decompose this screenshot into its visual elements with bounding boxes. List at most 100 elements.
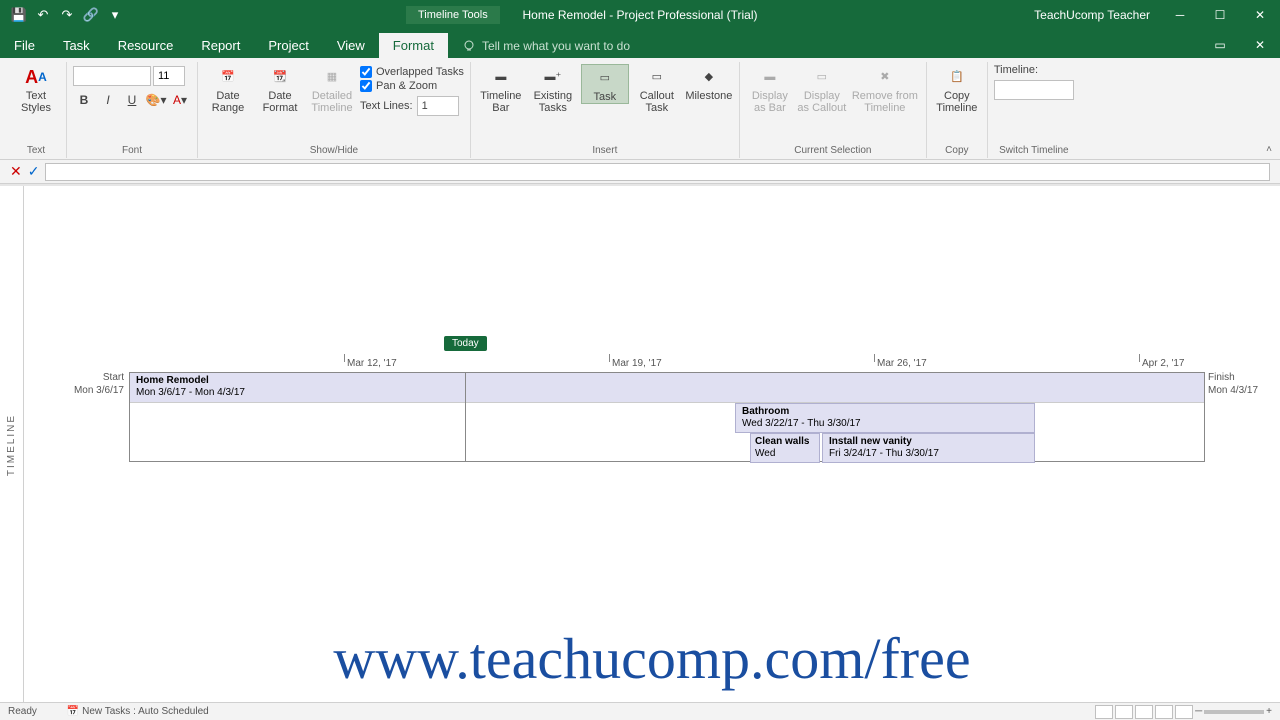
date-format-button[interactable]: 📆 Date Format bbox=[256, 64, 304, 114]
bathroom-bar[interactable]: BathroomWed 3/22/17 - Thu 3/30/17 bbox=[735, 403, 1035, 433]
close-button[interactable]: ✕ bbox=[1240, 0, 1280, 30]
window-title: Home Remodel - Project Professional (Tri… bbox=[523, 8, 758, 22]
bold-button[interactable]: B bbox=[73, 90, 95, 110]
callout-icon: ▭ bbox=[646, 66, 668, 88]
timeline-label: Timeline: bbox=[994, 64, 1038, 76]
restore-button[interactable]: ▭ bbox=[1200, 30, 1240, 60]
existing-tasks-icon: ▬⁺ bbox=[542, 66, 564, 88]
link-icon[interactable]: 🔗 bbox=[80, 4, 102, 26]
callout-task-button[interactable]: ▭Callout Task bbox=[633, 64, 681, 114]
calendar-icon: 📅 bbox=[217, 66, 239, 88]
lightbulb-icon bbox=[462, 39, 476, 53]
view-controls: ─ + bbox=[1095, 705, 1272, 719]
timeline-finish: FinishMon 4/3/17 bbox=[1208, 371, 1278, 397]
tab-file[interactable]: File bbox=[0, 33, 49, 58]
timeline-combo[interactable] bbox=[994, 80, 1074, 100]
install-vanity-bar[interactable]: Install new vanityFri 3/24/17 - Thu 3/30… bbox=[822, 433, 1035, 463]
detailed-icon: ▦ bbox=[321, 66, 343, 88]
tab-task[interactable]: Task bbox=[49, 33, 104, 58]
zoom-slider[interactable] bbox=[1204, 710, 1264, 714]
tell-me-search[interactable]: Tell me what you want to do bbox=[448, 34, 644, 58]
timeline-bar-button[interactable]: ▬Timeline Bar bbox=[477, 64, 525, 114]
milestone-icon: ◆ bbox=[698, 66, 720, 88]
titlebar: 💾 ↶ ↷ 🔗 ▾ Timeline Tools Home Remodel - … bbox=[0, 0, 1280, 30]
detailed-timeline-button[interactable]: ▦ Detailed Timeline bbox=[308, 64, 356, 114]
task-button[interactable]: ▭Task bbox=[581, 64, 629, 104]
date-range-button[interactable]: 📅 Date Range bbox=[204, 64, 252, 114]
pan-zoom-check[interactable]: Pan & Zoom bbox=[360, 80, 464, 92]
timeline-start: StartMon 3/6/17 bbox=[54, 371, 124, 397]
maximize-button[interactable]: ☐ bbox=[1200, 0, 1240, 30]
status-bar: Ready 📅 New Tasks : Auto Scheduled ─ + bbox=[0, 702, 1280, 720]
underline-button[interactable]: U bbox=[121, 90, 143, 110]
copy-timeline-button[interactable]: 📋Copy Timeline bbox=[933, 64, 981, 114]
font-color-button[interactable]: A▾ bbox=[169, 90, 191, 110]
timeline-container[interactable]: Home RemodelMon 3/6/17 - Mon 4/3/17 Bath… bbox=[129, 372, 1205, 462]
date-axis: Mar 12, '17 Mar 19, '17 Mar 26, '17 Apr … bbox=[129, 358, 1205, 372]
zoom-out-button[interactable]: ─ bbox=[1195, 706, 1202, 717]
minimize-button[interactable]: ─ bbox=[1160, 0, 1200, 30]
status-ready: Ready bbox=[8, 706, 37, 717]
clean-walls-bar[interactable]: Clean wallsWed bbox=[750, 433, 820, 463]
qat-more-icon[interactable]: ▾ bbox=[104, 4, 126, 26]
tab-project[interactable]: Project bbox=[254, 33, 322, 58]
ribbon-tabs: File Task Resource Report Project View F… bbox=[0, 30, 1280, 58]
text-lines-label: Text Lines: bbox=[360, 100, 413, 112]
display-as-callout-button[interactable]: ▭Display as Callout bbox=[798, 64, 846, 114]
view-resource-button[interactable] bbox=[1155, 705, 1173, 719]
overlapped-tasks-check[interactable]: Overlapped Tasks bbox=[360, 66, 464, 78]
text-lines-combo[interactable]: 1 bbox=[417, 96, 459, 116]
group-switch-timeline: Timeline: Switch Timeline bbox=[988, 62, 1080, 158]
zoom-in-button[interactable]: + bbox=[1266, 706, 1272, 717]
project-bar[interactable]: Home RemodelMon 3/6/17 - Mon 4/3/17 bbox=[130, 373, 1204, 403]
group-insert: ▬Timeline Bar ▬⁺Existing Tasks ▭Task ▭Ca… bbox=[471, 62, 740, 158]
ribbon: AA Text Styles Text 11 B I U 🎨▾ A▾ bbox=[0, 58, 1280, 160]
remove-icon: ✖ bbox=[874, 66, 896, 88]
tab-view[interactable]: View bbox=[323, 33, 379, 58]
display-as-bar-button[interactable]: ▬Display as Bar bbox=[746, 64, 794, 114]
fill-color-button[interactable]: 🎨▾ bbox=[145, 90, 167, 110]
quick-access-toolbar: 💾 ↶ ↷ 🔗 ▾ bbox=[0, 4, 126, 26]
entry-bar: ✕ ✓ bbox=[0, 160, 1280, 184]
bar-icon: ▬ bbox=[759, 66, 781, 88]
font-name-combo[interactable] bbox=[73, 66, 151, 86]
document-canvas: TIMELINE Today Mar 12, '17 Mar 19, '17 M… bbox=[0, 184, 1280, 704]
view-task-button[interactable] bbox=[1115, 705, 1133, 719]
close-doc-button[interactable]: ✕ bbox=[1240, 30, 1280, 60]
save-icon[interactable]: 💾 bbox=[8, 4, 30, 26]
group-current-selection: ▬Display as Bar ▭Display as Callout ✖Rem… bbox=[740, 62, 927, 158]
status-schedule-mode[interactable]: 📅 New Tasks : Auto Scheduled bbox=[67, 706, 209, 717]
timeline-view[interactable]: Today Mar 12, '17 Mar 19, '17 Mar 26, '1… bbox=[24, 186, 1280, 704]
collapse-ribbon-icon[interactable]: ˄ bbox=[1266, 144, 1272, 155]
view-report-button[interactable] bbox=[1175, 705, 1193, 719]
redo-icon[interactable]: ↷ bbox=[56, 4, 78, 26]
undo-icon[interactable]: ↶ bbox=[32, 4, 54, 26]
tab-report[interactable]: Report bbox=[187, 33, 254, 58]
window-controls: ─ ☐ ✕ bbox=[1160, 0, 1280, 30]
entry-input[interactable] bbox=[45, 163, 1270, 181]
document-controls: ▭ ✕ bbox=[1200, 30, 1280, 58]
font-size-combo[interactable]: 11 bbox=[153, 66, 185, 86]
italic-button[interactable]: I bbox=[97, 90, 119, 110]
cancel-entry-icon[interactable]: ✕ bbox=[10, 163, 22, 180]
calendar-format-icon: 📆 bbox=[269, 66, 291, 88]
group-showhide: 📅 Date Range 📆 Date Format ▦ Detailed Ti… bbox=[198, 62, 471, 158]
callout-disp-icon: ▭ bbox=[811, 66, 833, 88]
text-styles-button[interactable]: AA Text Styles bbox=[12, 64, 60, 114]
milestone-button[interactable]: ◆Milestone bbox=[685, 64, 733, 102]
group-copy: 📋Copy Timeline Copy bbox=[927, 62, 988, 158]
today-marker-label: Today bbox=[444, 336, 487, 351]
timeline-side-label: TIMELINE bbox=[0, 186, 24, 704]
copy-icon: 📋 bbox=[946, 66, 968, 88]
accept-entry-icon[interactable]: ✓ bbox=[28, 163, 40, 180]
user-name: TeachUcomp Teacher bbox=[1034, 8, 1150, 22]
today-line bbox=[465, 373, 466, 461]
tab-format[interactable]: Format bbox=[379, 33, 448, 58]
remove-from-timeline-button[interactable]: ✖Remove from Timeline bbox=[850, 64, 920, 114]
view-team-button[interactable] bbox=[1135, 705, 1153, 719]
tab-resource[interactable]: Resource bbox=[104, 33, 188, 58]
contextual-tab-label: Timeline Tools bbox=[406, 6, 500, 24]
existing-tasks-button[interactable]: ▬⁺Existing Tasks bbox=[529, 64, 577, 114]
watermark: www.teachucomp.com/free bbox=[24, 625, 1280, 692]
view-gantt-button[interactable] bbox=[1095, 705, 1113, 719]
